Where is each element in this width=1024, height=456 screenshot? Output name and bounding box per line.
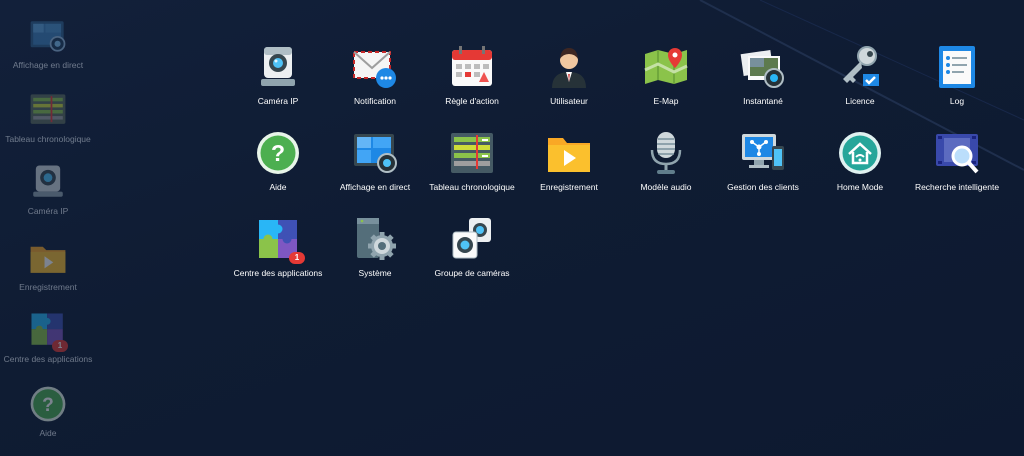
app-live-view[interactable]: Affichage en direct bbox=[327, 130, 423, 193]
app-user[interactable]: Utilisateur bbox=[521, 44, 617, 107]
calendar-rule-icon bbox=[449, 44, 495, 90]
svg-text:?: ? bbox=[42, 395, 54, 416]
system-gear-icon bbox=[352, 216, 398, 262]
app-recording[interactable]: Enregistrement bbox=[521, 130, 617, 193]
timeline-icon bbox=[449, 130, 495, 176]
app-label: Système bbox=[358, 268, 392, 278]
ip-camera-icon bbox=[255, 44, 301, 90]
app-label: Aide bbox=[269, 182, 287, 192]
app-label: Gestion des clients bbox=[727, 182, 799, 192]
puzzle-icon: 1 bbox=[255, 216, 305, 264]
app-label: Règle d'action bbox=[445, 96, 499, 106]
microphone-icon bbox=[643, 130, 689, 176]
desktop-shortcut-label: Aide bbox=[39, 428, 57, 438]
map-pin-icon bbox=[643, 44, 689, 90]
desktop-shortcut-ip-camera[interactable]: Caméra IP bbox=[0, 162, 96, 217]
user-icon bbox=[546, 44, 592, 90]
camera-group-icon bbox=[449, 216, 495, 262]
app-notification[interactable]: Notification bbox=[327, 44, 423, 107]
app-license[interactable]: Licence bbox=[812, 44, 908, 107]
key-icon bbox=[837, 44, 883, 90]
app-label: Log bbox=[949, 96, 965, 106]
app-app-center[interactable]: 1 Centre des applications bbox=[230, 216, 326, 279]
app-label: Instantané bbox=[743, 96, 783, 106]
app-label: Affichage en direct bbox=[339, 182, 411, 192]
smart-search-icon bbox=[934, 130, 980, 176]
puzzle-icon: 1 bbox=[28, 310, 68, 352]
desktop-shortcut-label: Centre des applications bbox=[3, 354, 93, 364]
app-snapshot[interactable]: Instantané bbox=[715, 44, 811, 107]
app-label: Groupe de caméras bbox=[434, 268, 510, 278]
app-label: Tableau chronologique bbox=[429, 182, 515, 192]
live-view-icon bbox=[352, 130, 398, 176]
app-audio-pattern[interactable]: Modèle audio bbox=[618, 130, 714, 193]
desktop-shortcut-help[interactable]: ? Aide bbox=[0, 384, 96, 439]
ip-camera-icon bbox=[28, 162, 68, 202]
app-label: Recherche intelligente bbox=[914, 182, 1000, 192]
app-ip-camera[interactable]: Caméra IP bbox=[230, 44, 326, 107]
desktop-shortcut-label: Affichage en direct bbox=[12, 60, 84, 70]
app-label: Notification bbox=[353, 96, 397, 106]
app-label: Centre des applications bbox=[233, 268, 323, 278]
live-view-icon bbox=[28, 16, 68, 56]
desktop-shortcut-label: Enregistrement bbox=[19, 282, 77, 292]
desktop-shortcut-app-center[interactable]: 1 Centre des applications bbox=[0, 310, 96, 365]
app-label: Enregistrement bbox=[540, 182, 598, 192]
app-home-mode[interactable]: Home Mode bbox=[812, 130, 908, 193]
recording-folder-icon bbox=[28, 238, 68, 278]
recording-folder-icon bbox=[546, 130, 592, 176]
desktop-shortcut-label: Tableau chronologique bbox=[5, 134, 91, 144]
app-label: E-Map bbox=[653, 96, 679, 106]
app-smart-search[interactable]: Recherche intelligente bbox=[909, 130, 1005, 193]
app-timeline[interactable]: Tableau chronologique bbox=[424, 130, 520, 193]
desktop-shortcut-recording[interactable]: Enregistrement bbox=[0, 238, 96, 293]
timeline-icon bbox=[28, 90, 68, 130]
desktop-shortcut-timeline[interactable]: Tableau chronologique bbox=[0, 90, 96, 145]
desktop-shortcut-label: Caméra IP bbox=[27, 206, 69, 216]
app-help[interactable]: ? Aide bbox=[230, 130, 326, 193]
notification-badge: 1 bbox=[289, 252, 305, 264]
snapshot-icon bbox=[740, 44, 786, 90]
help-icon: ? bbox=[28, 384, 68, 424]
app-label: Home Mode bbox=[836, 182, 884, 192]
envelope-chat-icon bbox=[352, 44, 398, 90]
svg-text:?: ? bbox=[271, 140, 285, 166]
app-camera-group[interactable]: Groupe de caméras bbox=[424, 216, 520, 279]
app-log[interactable]: Log bbox=[909, 44, 1005, 107]
app-client-management[interactable]: Gestion des clients bbox=[715, 130, 811, 193]
app-label: Caméra IP bbox=[257, 96, 299, 106]
app-label: Modèle audio bbox=[640, 182, 692, 192]
help-icon: ? bbox=[255, 130, 301, 176]
log-clipboard-icon bbox=[934, 44, 980, 90]
app-label: Utilisateur bbox=[550, 96, 588, 106]
client-management-icon bbox=[740, 130, 786, 176]
home-mode-icon bbox=[837, 130, 883, 176]
app-label: Licence bbox=[845, 96, 875, 106]
notification-badge: 1 bbox=[52, 340, 68, 352]
app-e-map[interactable]: E-Map bbox=[618, 44, 714, 107]
app-system[interactable]: Système bbox=[327, 216, 423, 279]
app-action-rule[interactable]: Règle d'action bbox=[424, 44, 520, 107]
desktop-shortcut-live-view[interactable]: Affichage en direct bbox=[0, 16, 96, 71]
